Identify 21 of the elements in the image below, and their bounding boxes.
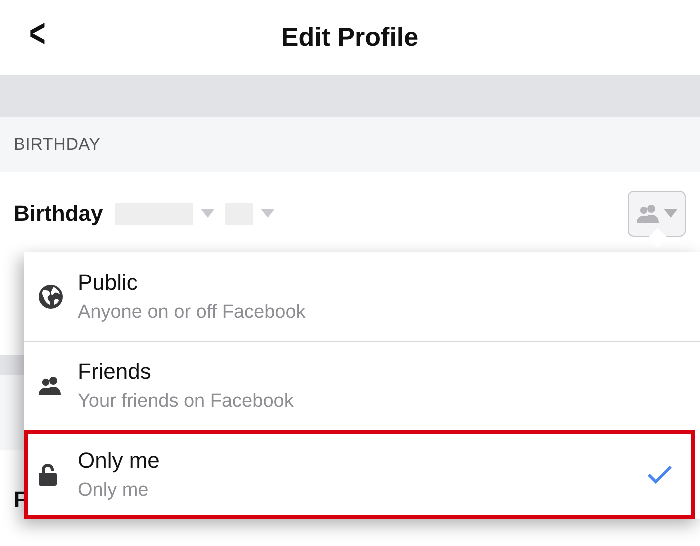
option-subtitle: Your friends on Facebook [78,391,295,413]
option-subtitle: Only me [78,480,150,502]
option-title: Only me [78,448,161,474]
page-title: Edit Profile [281,22,419,53]
section-title: BIRTHDAY [14,134,101,154]
privacy-option[interactable]: Friends Your friends on Facebook [24,341,700,430]
globe-icon [38,284,64,310]
privacy-option[interactable]: Only me Only me [24,430,695,519]
checkmark-icon [647,464,673,484]
caret-icon [664,209,678,218]
friends-icon [636,204,660,224]
caret-icon [261,209,276,218]
privacy-option[interactable]: Public Anyone on or off Facebook [24,252,700,341]
option-title: Public [78,270,139,296]
option-subtitle: Anyone on or off Facebook [78,302,307,324]
caret-icon [201,209,216,218]
option-title: Friends [78,359,152,385]
row-label: Birthday [14,200,104,226]
back-button[interactable]: < [30,12,46,57]
lock-icon [38,462,58,486]
friends-icon [38,376,62,396]
